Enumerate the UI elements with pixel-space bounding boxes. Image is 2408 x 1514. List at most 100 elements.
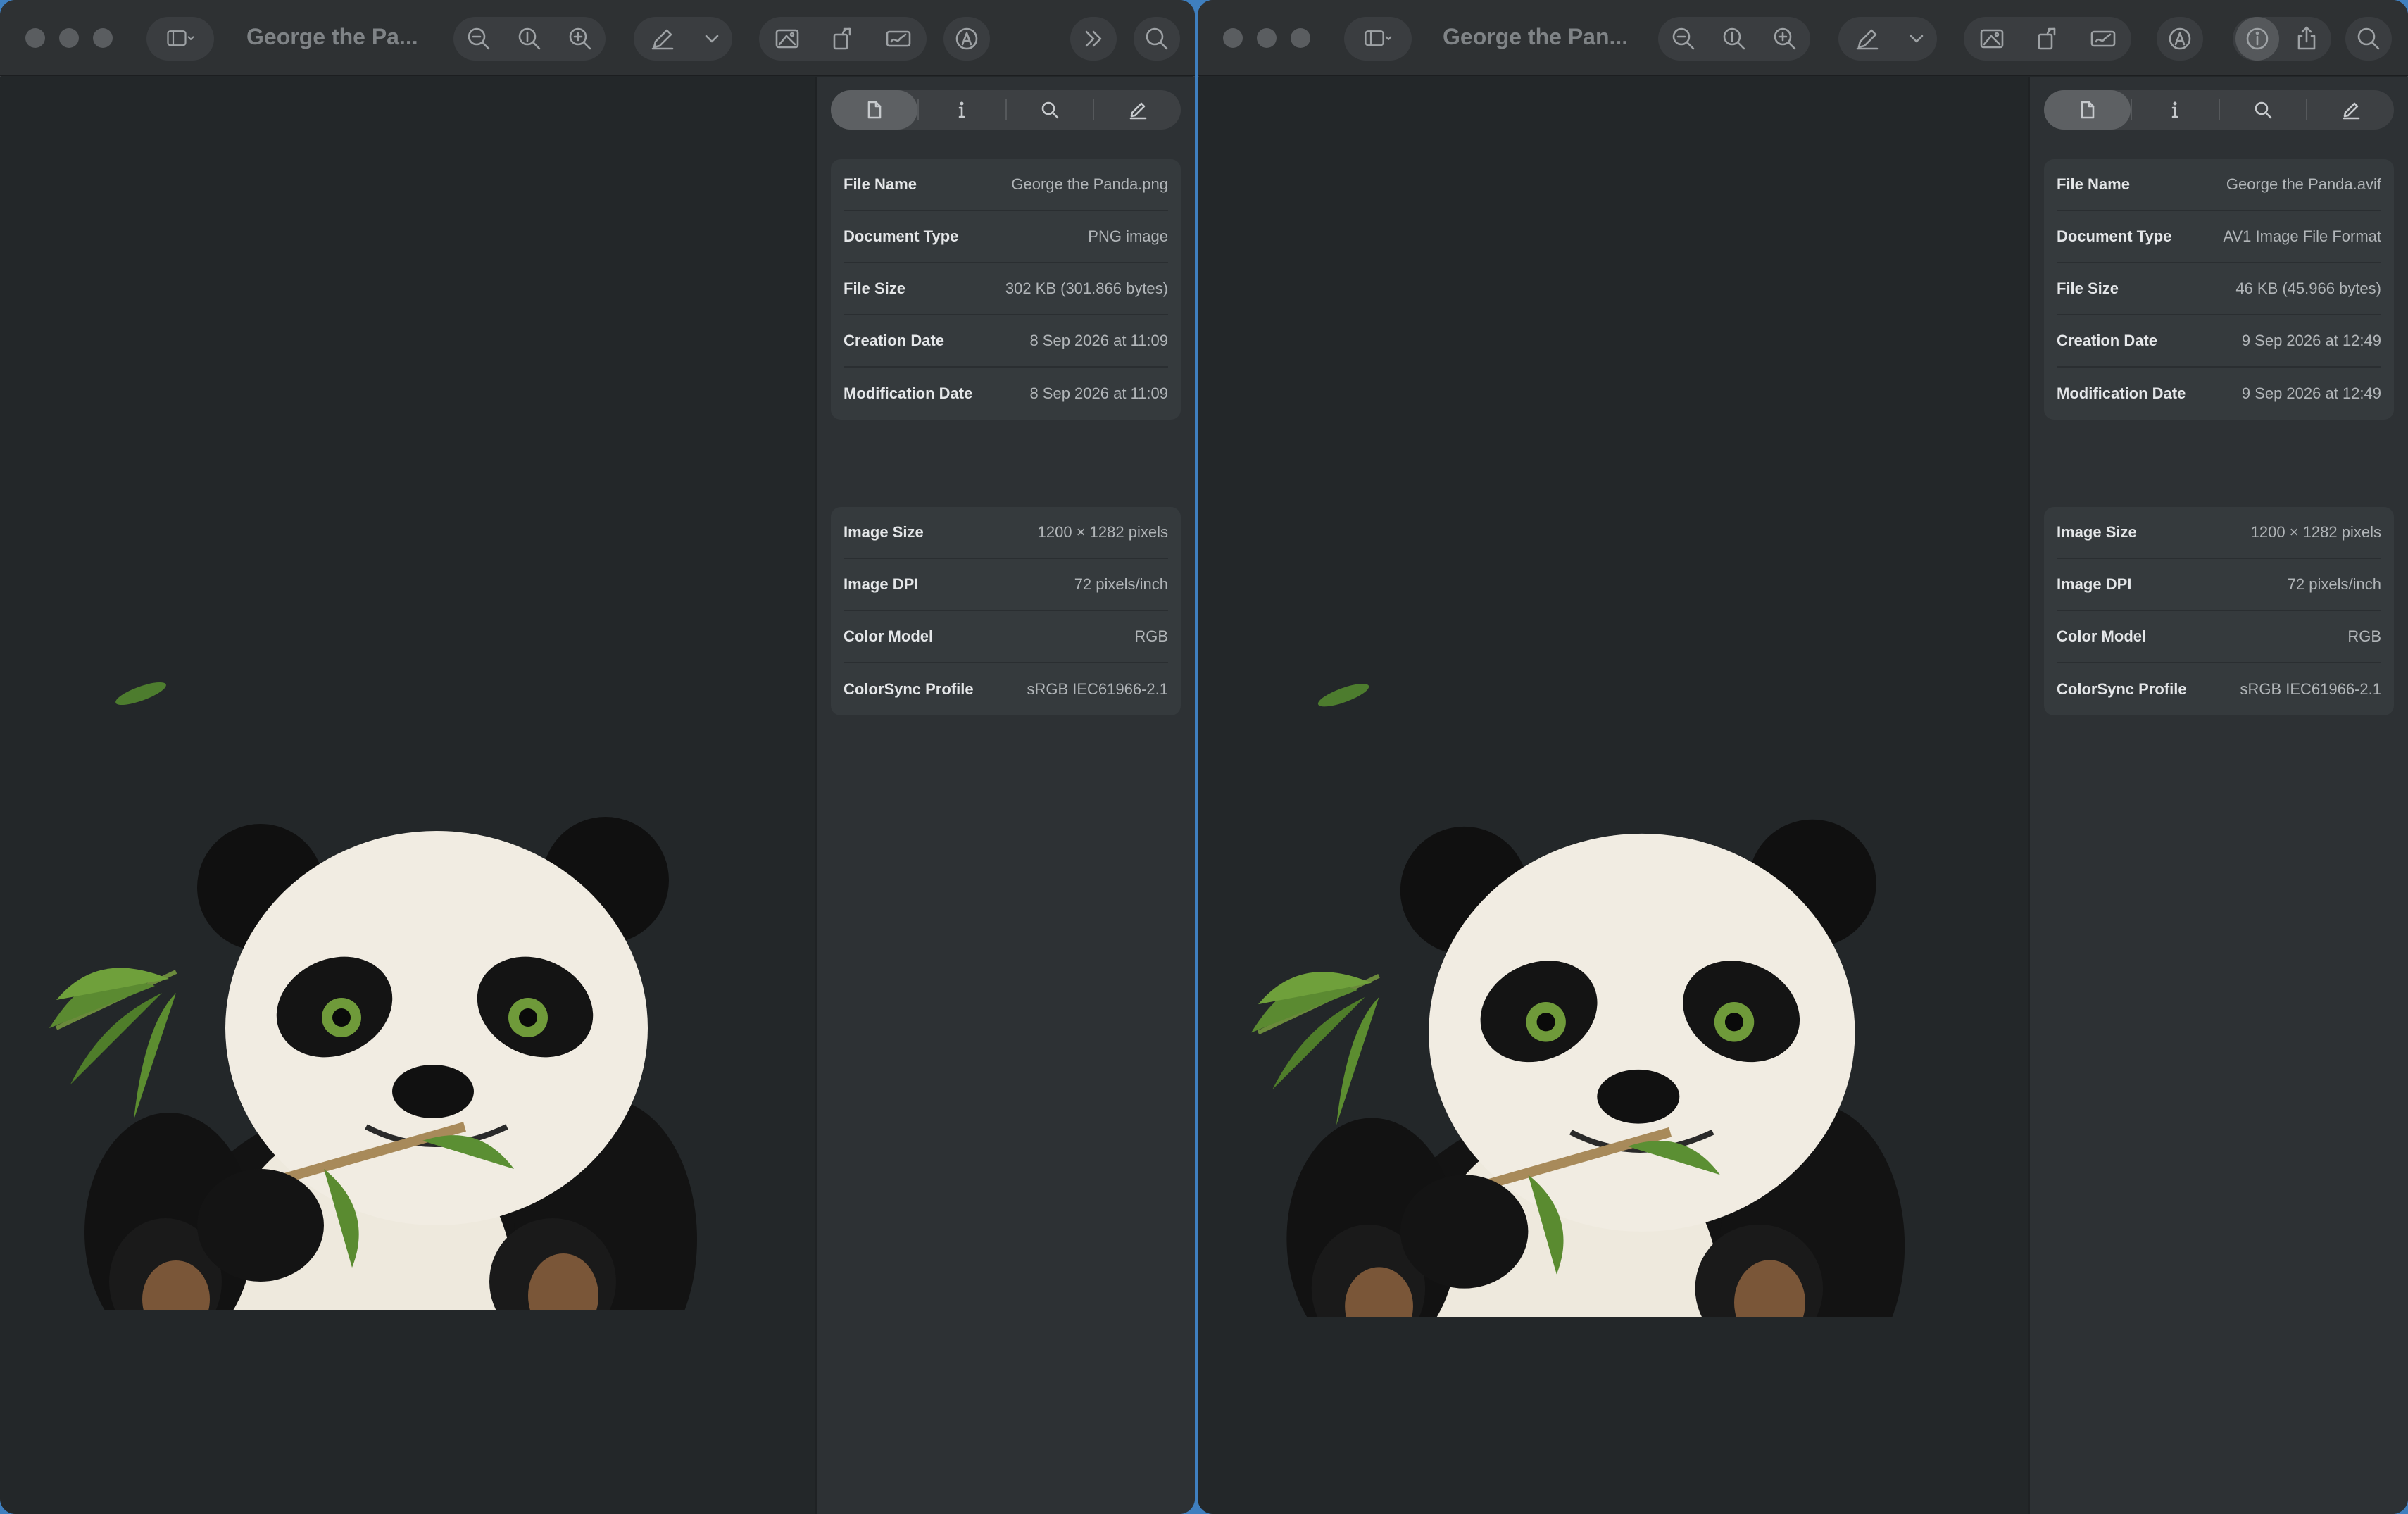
zoom-out-button[interactable]	[457, 17, 501, 61]
magnifier-icon	[1041, 101, 1059, 119]
pen-icon	[651, 29, 673, 50]
info-value: George the Panda.png	[1011, 175, 1168, 193]
pencil-icon	[2343, 102, 2359, 120]
search-button[interactable]	[2345, 17, 2392, 61]
info-row-document-type: Document Type AV1 Image File Format	[2057, 211, 2381, 263]
search-icon	[2357, 27, 2380, 50]
info-value: sRGB IEC61966-2.1	[1027, 680, 1168, 698]
inspector-panel: File Name George the Panda.png Document T…	[815, 77, 1195, 1514]
zoom-actual-icon	[518, 27, 541, 50]
sidebar-icon	[146, 17, 214, 61]
actual-size-button[interactable]	[1712, 17, 1756, 61]
markup-menu-button[interactable]	[698, 17, 726, 61]
markup-controls	[634, 17, 732, 61]
markup-toolbar-button[interactable]	[2157, 17, 2203, 61]
image-info-card: Image Size 1200 × 1282 pixels Image DPI 72…	[831, 507, 1181, 715]
search-icon	[1146, 27, 1168, 50]
info-row-modification-date: Modification Date 9 Sep 2026 at 12:49	[2057, 368, 2381, 420]
zoom-in-button[interactable]	[1763, 17, 1807, 61]
info-row-creation-date: Creation Date 8 Sep 2026 at 11:09	[844, 315, 1168, 368]
inspector-panel: File Name George the Panda.avif Document …	[2028, 77, 2408, 1514]
adjust-color-button[interactable]	[1970, 17, 2014, 61]
zoom-out-button[interactable]	[1662, 17, 1705, 61]
sidebar-toggle-button[interactable]	[146, 17, 214, 61]
info-label: Color Model	[2057, 627, 2147, 645]
document-icon	[2081, 101, 2095, 119]
tab-more-info[interactable]	[2132, 90, 2219, 130]
minimize-window-button[interactable]	[59, 28, 79, 48]
rotate-button[interactable]	[821, 17, 865, 61]
zoom-in-icon	[1774, 27, 1796, 50]
zoom-out-icon	[1672, 27, 1695, 50]
markup-button[interactable]	[1845, 17, 1889, 61]
document-icon	[868, 101, 882, 119]
adjust-color-button[interactable]	[765, 17, 809, 61]
tab-more-info[interactable]	[919, 90, 1005, 130]
sidebar-icon	[1344, 17, 1412, 61]
info-label: ColorSync Profile	[844, 680, 974, 698]
traffic-lights	[25, 28, 113, 48]
info-value: George the Panda.avif	[2226, 175, 2381, 193]
tab-general[interactable]	[831, 90, 917, 130]
markup-toolbar-button[interactable]	[943, 17, 990, 61]
markup-menu-button[interactable]	[1902, 17, 1931, 61]
info-row-color-model: Color Model RGB	[844, 611, 1168, 663]
zoom-out-icon	[468, 27, 490, 50]
minimize-window-button[interactable]	[1257, 28, 1277, 48]
info-label: Creation Date	[844, 332, 945, 349]
inspector-tabs	[831, 90, 1181, 130]
rotate-button[interactable]	[2026, 17, 2069, 61]
actual-size-button[interactable]	[508, 17, 551, 61]
tab-search[interactable]	[2220, 90, 2307, 130]
magnifier-icon	[2255, 101, 2272, 119]
tab-annotations[interactable]	[2307, 90, 2394, 130]
edit-controls	[759, 17, 927, 61]
zoom-in-button[interactable]	[558, 17, 602, 61]
share-icon	[2297, 26, 2316, 50]
tab-annotations[interactable]	[1094, 90, 1181, 130]
info-row-file-size: File Size 46 KB (45.966 bytes)	[2057, 263, 2381, 315]
info-value: 46 KB (45.966 bytes)	[2235, 280, 2381, 297]
search-button[interactable]	[1134, 17, 1180, 61]
more-toolbar-button[interactable]	[1070, 17, 1117, 61]
info-label: Color Model	[844, 627, 934, 645]
titlebar: George the Pan...	[1198, 0, 2408, 76]
markup-button[interactable]	[641, 17, 684, 61]
image-canvas[interactable]	[0, 77, 815, 1514]
tab-search[interactable]	[1007, 90, 1093, 130]
info-circle-icon	[2246, 27, 2269, 50]
info-share-controls	[2233, 17, 2331, 61]
info-label: Creation Date	[2057, 332, 2158, 349]
adjust-image-icon	[1980, 29, 2003, 49]
sign-button[interactable]	[877, 17, 920, 61]
pencil-icon	[1129, 102, 1146, 120]
signature-icon	[886, 30, 911, 47]
info-row-file-size: File Size 302 KB (301.866 bytes)	[844, 263, 1168, 315]
info-row-document-type: Document Type PNG image	[844, 211, 1168, 263]
info-row-image-dpi: Image DPI 72 pixels/inch	[844, 559, 1168, 611]
inspector-toggle-button[interactable]	[2235, 17, 2279, 61]
info-row-file-name: File Name George the Panda.png	[844, 159, 1168, 211]
info-row-image-size: Image Size 1200 × 1282 pixels	[844, 507, 1168, 559]
zoom-window-button[interactable]	[93, 28, 113, 48]
sign-button[interactable]	[2081, 17, 2125, 61]
traffic-lights	[1223, 28, 1310, 48]
info-row-file-name: File Name George the Panda.avif	[2057, 159, 2381, 211]
info-row-color-model: Color Model RGB	[2057, 611, 2381, 663]
info-value: 8 Sep 2026 at 11:09	[1029, 384, 1168, 402]
tab-general[interactable]	[2044, 90, 2131, 130]
chevron-down-icon	[705, 35, 718, 43]
preview-window-right: George the Pan... File Name George the P…	[1198, 0, 2408, 1514]
image-info-card: Image Size 1200 × 1282 pixels Image DPI 72…	[2044, 507, 2394, 715]
zoom-window-button[interactable]	[1291, 28, 1310, 48]
sidebar-toggle-button[interactable]	[1344, 17, 1412, 61]
close-window-button[interactable]	[1223, 28, 1243, 48]
close-window-button[interactable]	[25, 28, 45, 48]
signature-icon	[2091, 30, 2116, 47]
rotate-icon	[833, 27, 851, 50]
share-button[interactable]	[2285, 17, 2328, 61]
image-canvas[interactable]	[1198, 77, 2028, 1514]
info-value: AV1 Image File Format	[2223, 227, 2381, 245]
zoom-in-icon	[569, 27, 591, 50]
info-value: sRGB IEC61966-2.1	[2240, 680, 2381, 698]
